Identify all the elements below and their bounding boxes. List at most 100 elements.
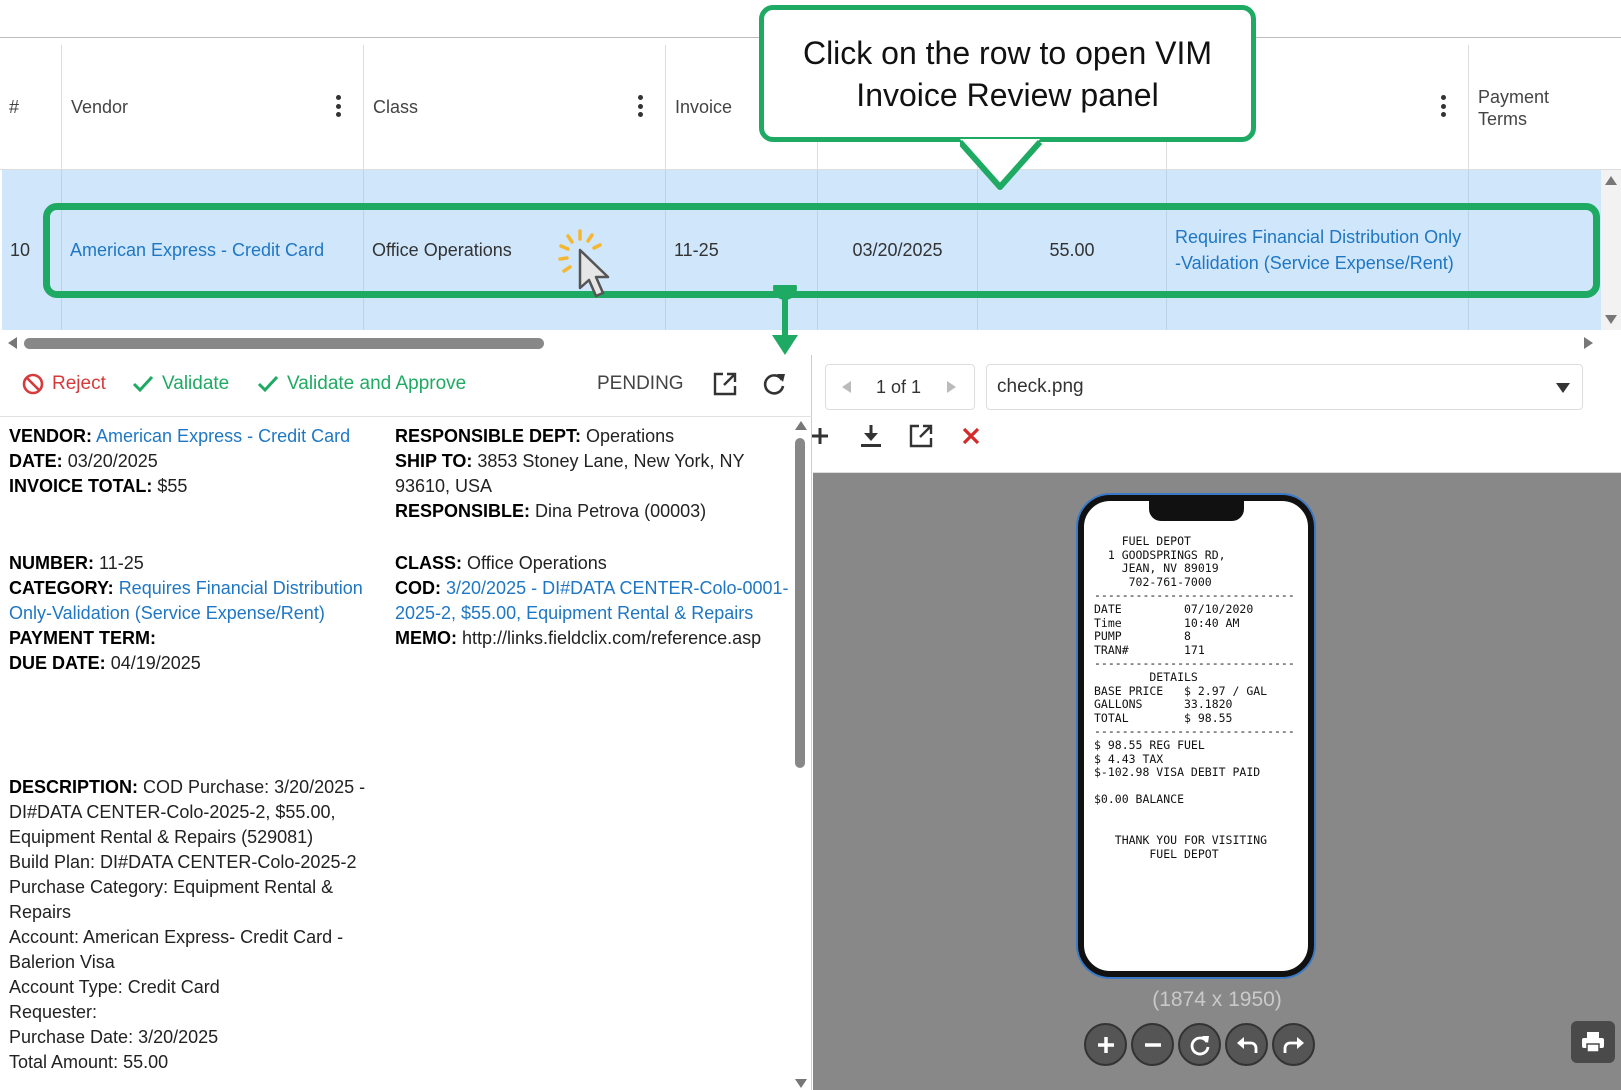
description-line: Requester: <box>9 1002 98 1022</box>
minus-icon <box>1144 1042 1161 1047</box>
due-date-value: 04/19/2025 <box>110 653 201 673</box>
class-value: Office Operations <box>467 553 607 573</box>
field-label: MEMO: <box>395 628 457 648</box>
close-icon <box>962 427 980 445</box>
document-viewer: 1 of 1 check.png FUEL DEPOT 1 GOODSPRING… <box>812 355 1621 1090</box>
viewer-toolbar: 1 of 1 check.png <box>812 355 1621 473</box>
validate-button[interactable]: Validate <box>132 373 229 395</box>
grid-horizontal-scrollbar[interactable] <box>0 330 1601 356</box>
column-label: Invoice <box>675 97 733 117</box>
grid-vertical-scrollbar[interactable] <box>1601 170 1621 330</box>
plus-icon <box>1097 1036 1114 1053</box>
description-line: Build Plan: DI#DATA CENTER-Colo-2025-2 <box>9 852 357 872</box>
scroll-down-icon[interactable] <box>795 1079 807 1088</box>
open-document-button[interactable] <box>907 421 935 451</box>
scrollbar-thumb[interactable] <box>24 338 544 349</box>
column-label: Vendor <box>71 97 129 117</box>
attachment-name: check.png <box>997 376 1084 397</box>
page-navigator: 1 of 1 <box>825 364 975 410</box>
field-label: COD: <box>395 578 441 598</box>
field-label: INVOICE TOTAL: <box>9 476 153 496</box>
column-label: Payment Terms <box>1478 86 1550 129</box>
print-button[interactable] <box>1571 1021 1615 1063</box>
vendor-link[interactable]: American Express - Credit Card <box>96 426 350 446</box>
date-value: 03/20/2025 <box>67 451 158 471</box>
field-label: CLASS: <box>395 553 462 573</box>
phone-notch <box>1149 499 1244 521</box>
description-line: Account Type: Credit Card <box>9 977 220 997</box>
field-label: RESPONSIBLE DEPT: <box>395 426 582 446</box>
open-external-button[interactable] <box>712 371 738 397</box>
column-label: Class <box>373 97 419 117</box>
rotate-right-button[interactable] <box>1272 1023 1315 1066</box>
attachment-select[interactable]: check.png <box>986 364 1583 410</box>
review-toolbar: Reject Validate Validate and Approve PEN… <box>0 355 812 417</box>
scroll-right-icon[interactable] <box>1584 337 1593 349</box>
column-menu-icon[interactable] <box>1440 95 1446 117</box>
description-line: Purchase Date: 3/20/2025 <box>9 1027 219 1047</box>
memo-value: http://links.fieldclix.com/reference.asp <box>462 628 762 648</box>
field-label: DUE DATE: <box>9 653 106 673</box>
field-label: PAYMENT TERM: <box>9 628 157 648</box>
row-highlight-frame <box>43 203 1600 298</box>
callout-text: Click on the row to open VIM Invoice Rev… <box>802 34 1213 113</box>
column-header-vendor[interactable]: Vendor <box>62 45 364 170</box>
receipt-image: FUEL DEPOT 1 GOODSPRINGS RD, JEAN, NV 89… <box>1078 495 1314 977</box>
description-line: Total Amount: 55.00 <box>9 1052 169 1072</box>
image-dimensions: (1874 x 1950) <box>1152 988 1282 1011</box>
validate-label: Validate <box>162 373 230 394</box>
column-menu-icon[interactable] <box>335 95 341 117</box>
invoice-details: VENDOR: American Express - Credit Card D… <box>0 417 795 1090</box>
plus-icon <box>812 428 828 444</box>
delete-attachment-button[interactable] <box>957 421 985 451</box>
callout-pointer <box>960 139 1043 190</box>
total-value: $55 <box>157 476 188 496</box>
details-scrollbar[interactable] <box>792 417 810 1090</box>
receipt-text: FUEL DEPOT 1 GOODSPRINGS RD, JEAN, NV 89… <box>1094 534 1295 861</box>
zoom-in-button[interactable] <box>1084 1023 1127 1066</box>
reject-button[interactable]: Reject <box>22 373 106 395</box>
cod-link[interactable]: 3/20/2025 - DI#DATA CENTER-Colo-0001-202… <box>395 578 789 623</box>
zoom-out-button[interactable] <box>1131 1023 1174 1066</box>
field-label: CATEGORY: <box>9 578 114 598</box>
download-button[interactable] <box>857 421 885 451</box>
mouse-cursor-click-icon <box>558 229 610 298</box>
refresh-button[interactable] <box>761 371 787 397</box>
download-icon <box>861 425 881 447</box>
number-value: 11-25 <box>99 553 144 573</box>
responsible-block: RESPONSIBLE DEPT: Operations SHIP TO: 38… <box>395 424 795 524</box>
document-canvas[interactable]: FUEL DEPOT 1 GOODSPRINGS RD, JEAN, NV 89… <box>813 473 1621 1090</box>
rotate-right-icon <box>1283 1036 1304 1053</box>
scroll-down-icon[interactable] <box>1605 315 1617 324</box>
instruction-callout: Click on the row to open VIM Invoice Rev… <box>759 5 1256 142</box>
field-label: RESPONSIBLE: <box>395 501 531 521</box>
vendor-block: VENDOR: American Express - Credit Card D… <box>9 424 374 499</box>
next-page-icon[interactable] <box>947 381 957 393</box>
add-attachment-button[interactable] <box>806 421 834 451</box>
reset-view-button[interactable] <box>1178 1023 1221 1066</box>
rotate-left-button[interactable] <box>1225 1023 1268 1066</box>
refresh-icon <box>763 374 785 395</box>
column-header-class[interactable]: Class <box>364 45 666 170</box>
open-external-icon <box>909 424 933 448</box>
scroll-left-icon[interactable] <box>8 337 17 349</box>
description-line: Purchase Category: Equipment Rental & Re… <box>9 877 334 922</box>
description-block: DESCRIPTION: COD Purchase: 3/20/2025 - D… <box>9 775 374 1075</box>
column-header-payment-terms[interactable]: Payment Terms <box>1469 45 1621 170</box>
rotate-left-icon <box>1236 1036 1257 1053</box>
class-block: CLASS: Office Operations COD: 3/20/2025 … <box>395 551 795 651</box>
column-header-number[interactable]: # <box>0 45 62 170</box>
reject-label: Reject <box>52 373 106 394</box>
validate-approve-label: Validate and Approve <box>287 373 467 394</box>
check-icon <box>132 375 154 393</box>
scrollbar-thumb[interactable] <box>795 438 805 768</box>
column-menu-icon[interactable] <box>637 95 643 117</box>
previous-page-icon[interactable] <box>842 381 851 393</box>
scroll-up-icon[interactable] <box>1605 176 1617 185</box>
description-line: Account: American Express- Credit Card -… <box>9 927 344 972</box>
printer-icon <box>1582 1032 1604 1053</box>
validate-approve-button[interactable]: Validate and Approve <box>257 373 466 395</box>
field-label: DESCRIPTION: <box>9 777 139 797</box>
page-indicator: 1 of 1 <box>876 376 922 397</box>
connector-arrow-icon <box>772 285 798 355</box>
